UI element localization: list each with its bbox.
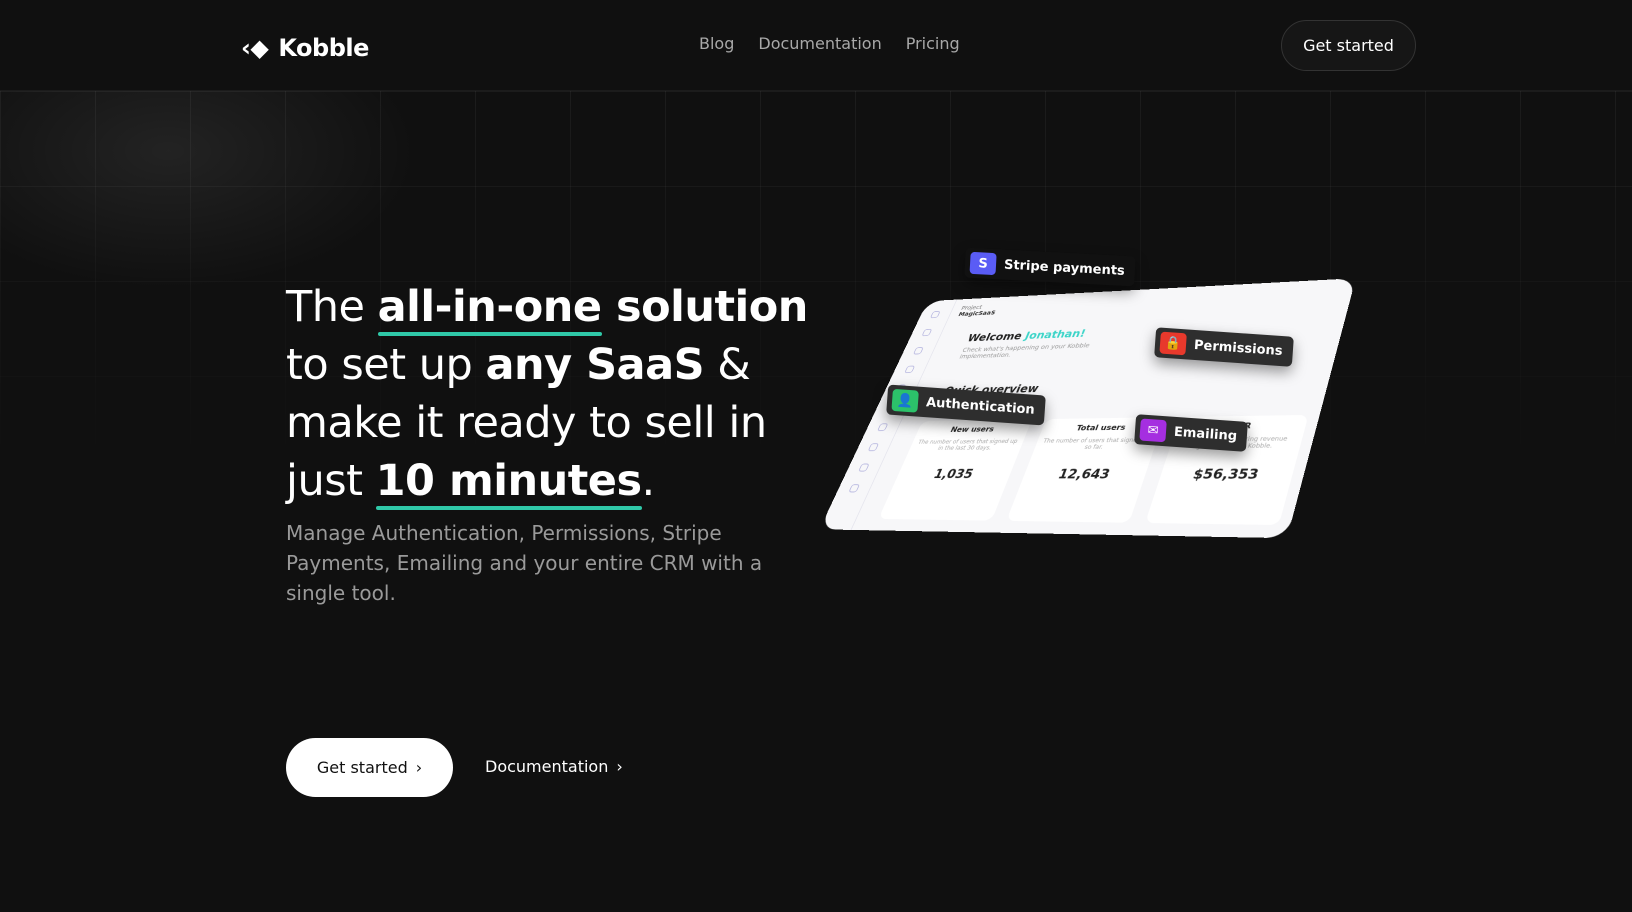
nav-documentation[interactable]: Documentation xyxy=(758,34,881,53)
nav-blog[interactable]: Blog xyxy=(699,34,734,53)
nav-pricing[interactable]: Pricing xyxy=(906,34,960,53)
nav-get-started-button[interactable]: Get started xyxy=(1281,20,1416,71)
stat-card: New users The number of users that signed… xyxy=(878,419,1032,521)
user-icon: 👤 xyxy=(891,388,919,413)
stripe-chip: S Stripe payments xyxy=(964,247,1136,287)
logo[interactable]: ‹◆ Kobble xyxy=(241,34,369,62)
logo-icon: ‹◆ xyxy=(241,34,269,62)
hero-headline: The all-in-one solution to set up any Sa… xyxy=(286,282,808,506)
top-nav: ‹◆ Kobble Blog Documentation Pricing Get … xyxy=(0,0,1632,91)
chevron-right-icon: › xyxy=(616,757,623,776)
chevron-right-icon: › xyxy=(415,758,423,777)
get-started-button[interactable]: Get started › xyxy=(286,738,453,797)
documentation-link[interactable]: Documentation › xyxy=(485,757,623,776)
dashboard-preview: Project MagicSaaS Welcome Jonathan! Check… xyxy=(815,240,1356,560)
stripe-icon: S xyxy=(969,251,997,276)
hero-subtitle: Manage Authentication, Permissions, Stri… xyxy=(286,521,763,605)
lock-icon: 🔒 xyxy=(1159,331,1187,356)
background-glow xyxy=(0,91,420,291)
mail-icon: ✉ xyxy=(1139,418,1167,443)
